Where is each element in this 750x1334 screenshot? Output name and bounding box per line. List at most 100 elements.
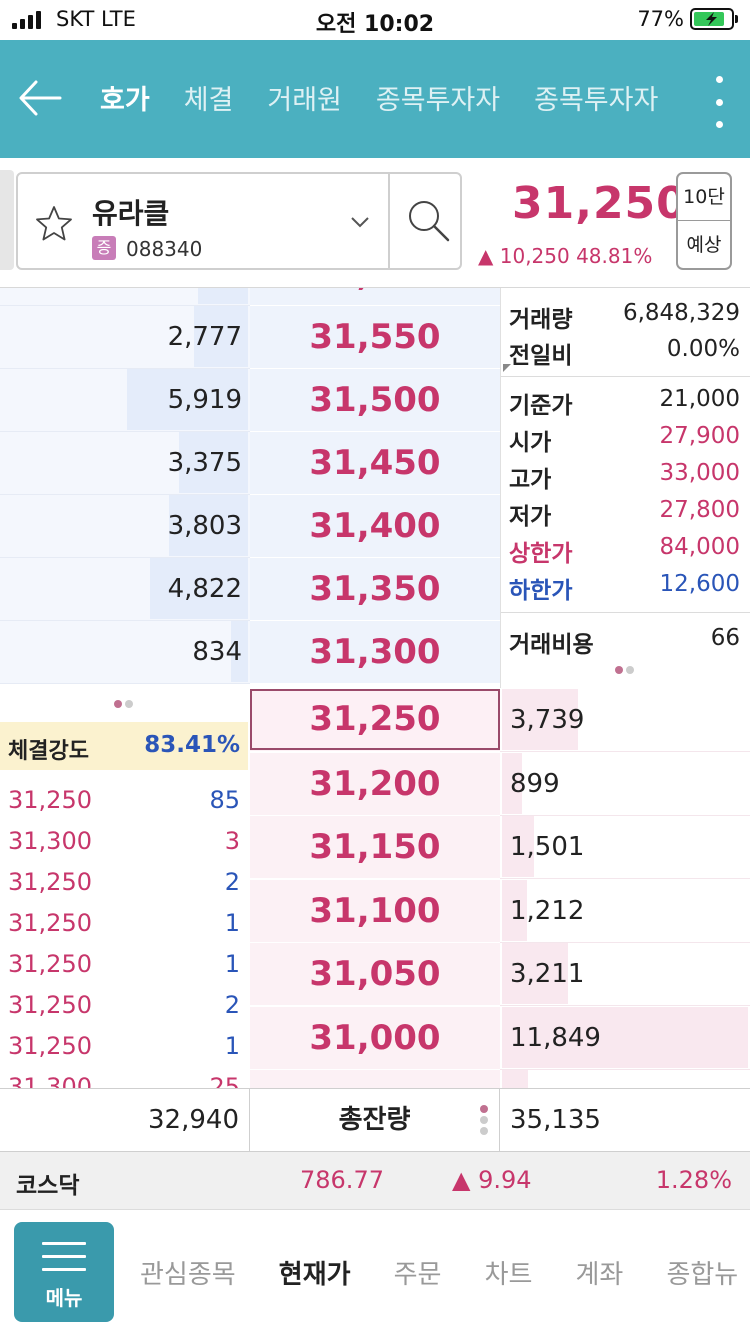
- index-percent: 1.28%: [655, 1166, 732, 1194]
- ask-price[interactable]: 31,350: [250, 558, 500, 621]
- trade-row: 31,300 25: [0, 1067, 248, 1088]
- ask-qty-cell: 4,822: [0, 558, 250, 621]
- trades-page-dots[interactable]: [114, 700, 133, 708]
- bid-qty: 3,211: [510, 959, 585, 989]
- stock-selector[interactable]: 유라클 증 088340: [16, 172, 462, 270]
- ask-qty: 3,375: [167, 448, 242, 478]
- trade-row: 31,250 1: [0, 903, 248, 944]
- ask-total: 32,940: [0, 1089, 250, 1151]
- total-remaining: 32,940 총잔량 35,135: [0, 1088, 750, 1152]
- trade-qty: 2: [224, 868, 240, 896]
- index-change: ▲ 9.94: [452, 1166, 532, 1194]
- ask-price[interactable]: 31,500: [250, 369, 500, 432]
- base-price: 21,000: [659, 386, 740, 412]
- corner-marker-icon: [503, 364, 511, 372]
- ask-price[interactable]: 31,450: [250, 432, 500, 495]
- market-index-bar[interactable]: 코스닥 786.77 ▲ 9.94 1.28%: [0, 1152, 750, 1210]
- header-tabs: 호가 체결 거래원 종목투자자 종목투자자: [100, 78, 680, 117]
- low-price: 27,800: [659, 497, 740, 523]
- ask-qty: 3,803: [167, 511, 242, 541]
- tab-investors[interactable]: 종목투자자: [376, 78, 500, 117]
- tab-brokers[interactable]: 거래원: [267, 78, 342, 117]
- side-drawer-handle[interactable]: [0, 170, 14, 270]
- chevron-down-icon[interactable]: [348, 210, 372, 234]
- trade-strength: 체결강도 83.41%: [0, 722, 248, 770]
- ask-price[interactable]: 31,550: [250, 306, 500, 369]
- ask-price[interactable]: 31,400: [250, 495, 500, 558]
- tab-trades[interactable]: 체결: [184, 78, 234, 117]
- total-label[interactable]: 총잔량: [250, 1089, 500, 1151]
- trade-qty: 1: [224, 950, 240, 978]
- current-price-marker[interactable]: 31,250: [250, 689, 500, 750]
- nav-order[interactable]: 주문: [394, 1254, 442, 1291]
- ask-qty-cell: 834: [0, 621, 250, 684]
- nav-account[interactable]: 계좌: [576, 1254, 624, 1291]
- bottom-nav: 메뉴 관심종목 현재가 주문 차트 계좌 종합뉴: [0, 1210, 750, 1334]
- current-price: 31,250: [512, 178, 688, 229]
- bid-qty-cell: 899: [500, 752, 750, 816]
- battery-charging-icon: [690, 8, 738, 30]
- ask-qty-cell: 3,803: [0, 495, 250, 558]
- trade-price: 31,250: [8, 786, 92, 814]
- back-arrow-icon[interactable]: [18, 76, 62, 120]
- search-icon[interactable]: [404, 196, 454, 246]
- nav-news[interactable]: 종합뉴: [666, 1254, 738, 1291]
- bid-price[interactable]: 31,000: [250, 1006, 500, 1070]
- bid-qty-cell: 11,849: [500, 1006, 750, 1070]
- nav-current-price[interactable]: 현재가: [279, 1254, 351, 1291]
- trade-row: 31,250 2: [0, 862, 248, 903]
- trade-qty: 1: [224, 909, 240, 937]
- order-book: 31,600 2,77731,5505,91931,5003,37531,450…: [0, 288, 750, 1088]
- bid-price[interactable]: 31,150: [250, 816, 500, 879]
- nav-chart[interactable]: 차트: [485, 1254, 533, 1291]
- bid-qty: 1,501: [510, 832, 585, 862]
- ask-qty-cell: 5,919: [0, 369, 250, 432]
- stock-summary: 유라클 증 088340 31,250 ▲ 10,250 48.81% 10단 …: [0, 158, 750, 288]
- tab-investors-2[interactable]: 종목투자자: [534, 78, 658, 117]
- open-price: 27,900: [659, 423, 740, 449]
- top-header: 호가 체결 거래원 종목투자자 종목투자자: [0, 40, 750, 158]
- hamburger-icon: [42, 1242, 86, 1276]
- depth-10-button[interactable]: 10단: [678, 174, 730, 221]
- bid-price[interactable]: 31,050: [250, 943, 500, 1006]
- forecast-button[interactable]: 예상: [678, 222, 730, 268]
- trade-row: 31,250 2: [0, 985, 248, 1026]
- bid-qty: 899: [510, 768, 560, 799]
- trade-qty: 2: [224, 991, 240, 1019]
- bottom-nav-items: 관심종목 현재가 주문 차트 계좌 종합뉴: [140, 1254, 750, 1294]
- trade-price: 31,250: [8, 991, 92, 1019]
- stock-name: 유라클: [92, 197, 170, 230]
- index-name: 코스닥: [16, 1173, 80, 1199]
- info-page-dots[interactable]: [615, 666, 634, 674]
- lower-limit: 12,600: [659, 571, 740, 597]
- more-vertical-icon[interactable]: [714, 76, 724, 128]
- star-icon[interactable]: [34, 204, 74, 244]
- bid-qty: 11,849: [510, 1022, 601, 1053]
- battery-percent: 77%: [637, 7, 684, 31]
- tab-hoga[interactable]: 호가: [100, 78, 150, 117]
- stock-code: 088340: [126, 237, 203, 261]
- bid-price[interactable]: 31,100: [250, 879, 500, 943]
- bid-qty: 3,739: [510, 705, 585, 735]
- trade-qty: 3: [224, 827, 240, 855]
- trade-price: 31,250: [8, 950, 92, 978]
- trade-qty: 85: [209, 786, 240, 814]
- trade-price: 31,250: [8, 868, 92, 896]
- trade-price: 31,250: [8, 909, 92, 937]
- trade-qty: 25: [209, 1073, 240, 1088]
- bid-total: 35,135: [510, 1105, 601, 1135]
- totals-page-dots[interactable]: [480, 1105, 488, 1135]
- ask-price[interactable]: 31,300: [250, 621, 500, 684]
- bid-qty-cell: 1,501: [500, 816, 750, 879]
- bid-price[interactable]: 31,200: [250, 752, 500, 816]
- menu-button[interactable]: 메뉴: [14, 1222, 114, 1322]
- trade-cost: 66: [710, 625, 740, 651]
- nav-watchlist[interactable]: 관심종목: [140, 1254, 236, 1291]
- ask-qty-cell: 2,777: [0, 306, 250, 369]
- depth-toggle: 10단 예상: [676, 172, 732, 270]
- ask-qty-cell: 3,375: [0, 432, 250, 495]
- trade-strength-value: 83.41%: [144, 732, 240, 758]
- ask-qty: 834: [192, 637, 242, 667]
- price-change: ▲ 10,250 48.81%: [478, 244, 653, 268]
- ask-qty: 5,919: [167, 385, 242, 415]
